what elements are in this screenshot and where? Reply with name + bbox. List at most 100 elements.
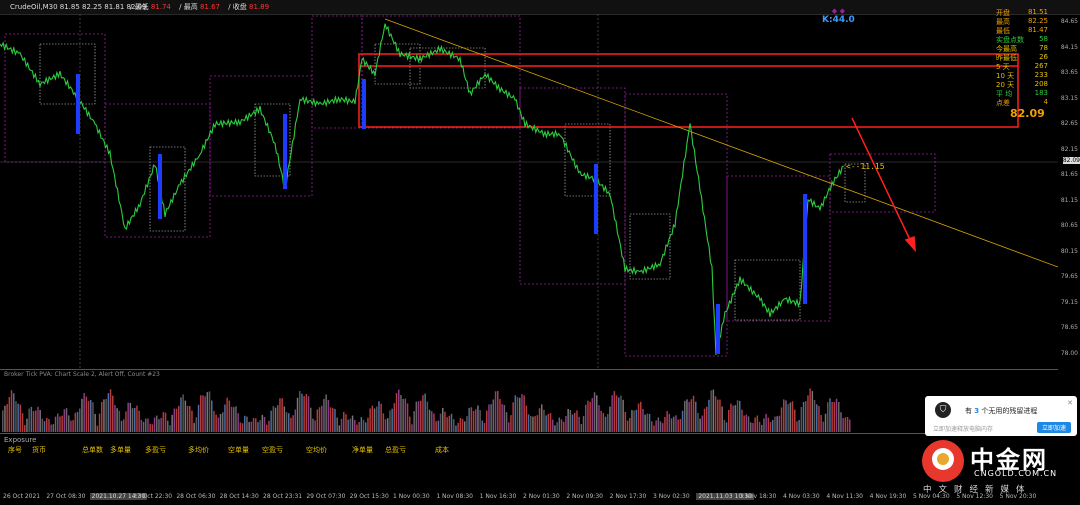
volume-bar — [505, 412, 508, 432]
volume-bar — [580, 424, 583, 432]
volume-bar — [74, 412, 77, 432]
volume-bar — [457, 422, 459, 432]
volume-bar — [481, 420, 484, 432]
volume-bar — [13, 393, 15, 432]
volume-bar — [692, 395, 695, 432]
range-box — [726, 175, 831, 322]
volume-bar — [829, 398, 831, 432]
volume-bar — [120, 420, 123, 432]
volume-bar — [294, 409, 297, 432]
volume-bar — [624, 411, 627, 432]
time-tick-label: 29 Oct 15:30 — [349, 493, 389, 500]
volume-bar — [765, 413, 767, 432]
volume-bar — [666, 411, 668, 432]
volume-bar — [26, 418, 28, 432]
volume-bar — [114, 405, 116, 432]
volume-bar — [761, 425, 763, 432]
volume-bar — [270, 410, 272, 432]
volume-bar — [681, 410, 684, 432]
volume-bar — [499, 398, 501, 432]
volume-bar — [659, 421, 662, 432]
close-icon[interactable]: ✕ — [1067, 399, 1073, 407]
volume-bar — [354, 419, 356, 432]
volume-bar — [365, 422, 367, 432]
volume-spike-bar — [803, 194, 807, 304]
time-tick-label: 3 Nov 18:30 — [739, 493, 777, 500]
time-tick-label: 27 Oct 22:30 — [133, 493, 173, 500]
volume-bar — [167, 420, 169, 432]
volume-bar — [508, 422, 510, 432]
volume-bar — [378, 401, 380, 432]
volume-bar — [714, 396, 717, 432]
current-price-label: 82.09 — [1062, 157, 1080, 164]
volume-bar — [288, 413, 290, 432]
cleanup-notification[interactable]: ⛉ 有 3 个无用的残留进程 立即加速释放电脑内存 立即加速 ✕ — [925, 396, 1077, 436]
volume-bar — [497, 391, 499, 432]
volume-bar — [17, 403, 19, 432]
volume-bar — [151, 424, 154, 432]
volume-bar — [798, 420, 800, 432]
volume-bar — [679, 419, 682, 432]
volume-bar — [800, 407, 803, 432]
exposure-column-header: 序号 — [8, 446, 22, 454]
volume-bar — [398, 389, 400, 432]
volume-bar — [24, 425, 26, 432]
volume-bar — [574, 412, 576, 432]
volume-bar — [545, 415, 547, 432]
volume-bar — [360, 417, 363, 432]
exposure-column-header: 货币 — [32, 446, 46, 454]
volume-bar — [615, 395, 618, 432]
volume-bar — [838, 402, 840, 432]
volume-bar — [695, 401, 697, 432]
volume-bar — [195, 417, 198, 432]
volume-bar — [217, 417, 220, 432]
volume-bar — [503, 405, 506, 432]
volume-bar — [206, 392, 209, 432]
resistance-zone — [358, 53, 1019, 128]
volume-bar — [268, 420, 270, 432]
volume-bar — [785, 400, 787, 432]
volume-bar — [822, 421, 825, 432]
volume-bar — [400, 395, 402, 432]
volume-bar — [477, 405, 479, 432]
volume-bar — [646, 413, 649, 432]
volume-bar — [356, 424, 358, 432]
volume-bar — [118, 410, 121, 432]
info-row: 最低 81.47 — [996, 26, 1048, 35]
volume-bar — [96, 425, 99, 432]
volume-bar — [409, 416, 411, 432]
volume-bar — [778, 415, 781, 432]
volume-bar — [305, 394, 308, 432]
volume-bar — [48, 419, 50, 432]
volume-bar — [226, 397, 228, 432]
price-tick-label: 80.15 — [1060, 247, 1078, 255]
volume-bar — [805, 401, 807, 432]
price-chart[interactable]: <--11.15 — [0, 14, 1058, 369]
volume-bar — [563, 421, 565, 432]
volume-bar — [745, 414, 748, 432]
volume-bar — [600, 410, 602, 432]
volume-bar — [129, 403, 132, 432]
price-tick-label: 80.65 — [1060, 222, 1078, 229]
volume-bar — [327, 399, 330, 432]
time-tick-label: 1 Nov 16:30 — [479, 493, 517, 500]
volume-bar — [811, 391, 814, 432]
volume-bar — [46, 417, 48, 432]
volume-bar — [200, 395, 202, 432]
volume-bar — [235, 406, 237, 432]
volume-bar — [35, 410, 37, 432]
volume-bar — [725, 422, 728, 432]
volume-bar — [734, 405, 737, 432]
speed-up-button[interactable]: 立即加速 — [1036, 422, 1071, 433]
price-tick-label: 78.65 — [1060, 324, 1078, 331]
volume-bar — [657, 417, 660, 432]
info-row: 点差 4 — [996, 98, 1048, 107]
volume-bar — [215, 414, 217, 432]
price-tick-label: 81.15 — [1060, 196, 1078, 204]
time-tick-label: 4 Nov 03:30 — [783, 493, 820, 500]
volume-bar — [840, 412, 842, 432]
volume-bar — [285, 412, 288, 432]
volume-bar — [732, 405, 734, 432]
volume-spike-bar — [362, 79, 366, 129]
info-row: 昨最低 26 — [996, 53, 1048, 62]
